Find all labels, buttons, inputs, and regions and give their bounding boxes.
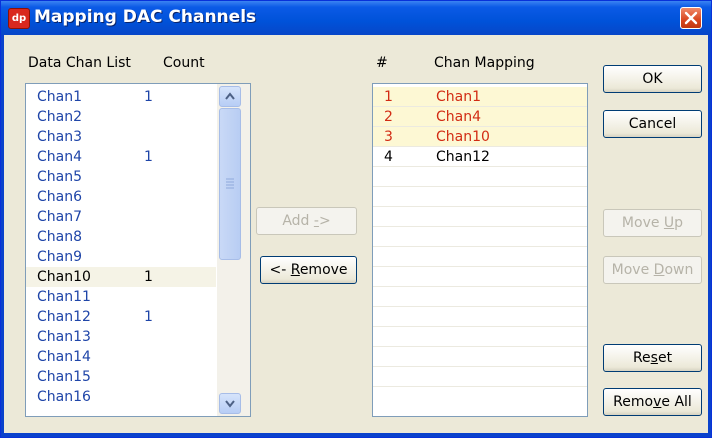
mapped-chan: Chan12 — [436, 149, 490, 165]
empty-mapping-row[interactable] — [373, 367, 587, 387]
grip-icon — [226, 178, 234, 189]
add-button[interactable]: Add -> — [256, 207, 357, 235]
list-item[interactable]: Chan11 — [26, 287, 216, 307]
mapping-number: 4 — [384, 149, 393, 165]
chan-name: Chan5 — [37, 169, 83, 185]
ok-button[interactable]: OK — [603, 65, 702, 93]
app-logo-icon: dp — [8, 8, 30, 29]
chan-count: 1 — [144, 269, 153, 285]
mapping-row[interactable]: 1 Chan1 — [373, 87, 587, 107]
reset-button-label: Reset — [632, 350, 673, 366]
chan-name: Chan11 — [37, 289, 91, 305]
chan-name: Chan3 — [37, 129, 83, 145]
list-item[interactable]: Chan10 1 — [26, 267, 216, 287]
empty-mapping-row[interactable] — [373, 307, 587, 327]
list-item[interactable]: Chan16 — [26, 387, 216, 407]
reset-button[interactable]: Reset — [603, 344, 702, 372]
list-item[interactable]: Chan14 — [26, 347, 216, 367]
chan-name: Chan12 — [37, 309, 91, 325]
data-chan-list[interactable]: Chan1 1 Chan2 Chan3 Chan4 1 Chan5 Chan6 Chan7 Cha… — [25, 83, 251, 417]
window-title: Mapping DAC Channels — [34, 7, 257, 27]
move-up-button-label: Move Up — [621, 215, 684, 231]
chan-name: Chan13 — [37, 329, 91, 345]
chan-name: Chan15 — [37, 369, 91, 385]
empty-mapping-row[interactable] — [373, 207, 587, 227]
mapping-row[interactable]: 3 Chan10 — [373, 127, 587, 147]
count-header: Count — [163, 55, 205, 71]
title-bar[interactable]: dp Mapping DAC Channels — [1, 1, 711, 35]
list-item[interactable]: Chan15 — [26, 367, 216, 387]
chevron-up-icon — [225, 92, 235, 100]
chevron-down-icon — [225, 400, 235, 408]
chan-mapping-header: Chan Mapping — [434, 55, 535, 71]
list-item[interactable]: Chan7 — [26, 207, 216, 227]
empty-mapping-row[interactable] — [373, 247, 587, 267]
mapping-number: 1 — [384, 89, 393, 105]
list-item[interactable]: Chan12 1 — [26, 307, 216, 327]
list-scrollbar[interactable] — [217, 84, 250, 416]
chan-mapping-list[interactable]: 1 Chan1 2 Chan4 3 Chan10 4 Chan12 — [372, 83, 588, 417]
mapped-chan: Chan10 — [436, 129, 490, 145]
chan-name: Chan10 — [37, 269, 91, 285]
scroll-up-button[interactable] — [219, 86, 241, 107]
list-item[interactable]: Chan4 1 — [26, 147, 216, 167]
empty-mapping-row[interactable] — [373, 187, 587, 207]
dialog-body: Data Chan List Count # Chan Mapping Chan… — [4, 35, 708, 433]
cancel-button[interactable]: Cancel — [603, 110, 702, 138]
mapping-number-header: # — [376, 55, 388, 71]
list-item[interactable]: Chan5 — [26, 167, 216, 187]
chan-name: Chan8 — [37, 229, 83, 245]
list-item[interactable]: Chan3 — [26, 127, 216, 147]
chan-name: Chan16 — [37, 389, 91, 405]
empty-mapping-row[interactable] — [373, 167, 587, 187]
chan-count: 1 — [144, 89, 153, 105]
dialog-window: dp Mapping DAC Channels Data Chan List C… — [0, 0, 712, 438]
list-item[interactable]: Chan2 — [26, 107, 216, 127]
chan-name: Chan7 — [37, 209, 83, 225]
add-button-label: Add -> — [282, 213, 331, 229]
remove-all-button[interactable]: Remove All — [603, 388, 702, 416]
scroll-thumb[interactable] — [219, 108, 241, 260]
empty-mapping-row[interactable] — [373, 227, 587, 247]
chan-count: 1 — [144, 309, 153, 325]
list-item[interactable]: Chan13 — [26, 327, 216, 347]
mapping-number: 2 — [384, 109, 393, 125]
mapping-row[interactable]: 2 Chan4 — [373, 107, 587, 127]
list-item[interactable]: Chan8 — [26, 227, 216, 247]
close-button[interactable] — [680, 7, 702, 29]
empty-mapping-row[interactable] — [373, 327, 587, 347]
list-item[interactable]: Chan6 — [26, 187, 216, 207]
mapped-chan: Chan4 — [436, 109, 482, 125]
data-chan-list-header: Data Chan List — [28, 55, 131, 71]
move-up-button[interactable]: Move Up — [603, 209, 702, 237]
chan-name: Chan6 — [37, 189, 83, 205]
empty-mapping-row[interactable] — [373, 267, 587, 287]
empty-mapping-row[interactable] — [373, 287, 587, 307]
move-down-button[interactable]: Move Down — [603, 256, 702, 284]
remove-button-label: <- Remove — [269, 262, 348, 278]
chan-name: Chan4 — [37, 149, 83, 165]
list-item[interactable]: Chan1 1 — [26, 87, 216, 107]
scroll-down-button[interactable] — [219, 393, 241, 414]
move-down-button-label: Move Down — [611, 262, 694, 278]
chan-name: Chan14 — [37, 349, 91, 365]
close-icon — [684, 11, 698, 25]
empty-mapping-row[interactable] — [373, 347, 587, 367]
chan-name: Chan2 — [37, 109, 83, 125]
mapped-chan: Chan1 — [436, 89, 482, 105]
remove-all-button-label: Remove All — [613, 394, 692, 410]
chan-name: Chan9 — [37, 249, 83, 265]
mapping-row[interactable]: 4 Chan12 — [373, 147, 587, 167]
chan-name: Chan1 — [37, 89, 83, 105]
mapping-number: 3 — [384, 129, 393, 145]
list-item[interactable]: Chan9 — [26, 247, 216, 267]
chan-count: 1 — [144, 149, 153, 165]
remove-button[interactable]: <- Remove — [260, 256, 357, 284]
